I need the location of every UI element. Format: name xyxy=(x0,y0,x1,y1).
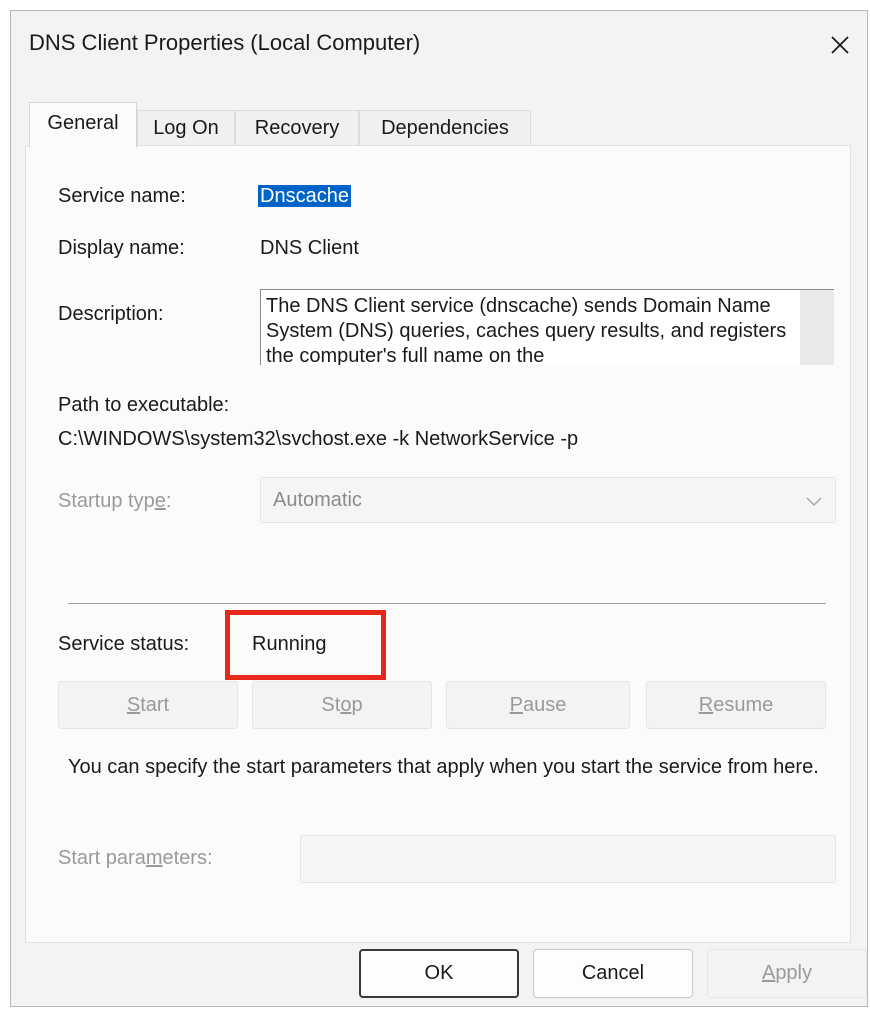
description-scrollbar[interactable] xyxy=(800,290,834,365)
description-textbox[interactable]: The DNS Client service (dnscache) sends … xyxy=(260,289,834,365)
start-parameters-input[interactable] xyxy=(300,835,836,883)
tab-recovery[interactable]: Recovery xyxy=(235,110,359,146)
start-button[interactable]: Start xyxy=(58,681,238,729)
separator xyxy=(68,603,826,604)
startup-type-label: Startup type: xyxy=(58,490,172,512)
ok-button[interactable]: OK xyxy=(359,949,519,998)
start-parameters-label: Start parameters: xyxy=(58,847,213,869)
close-button[interactable] xyxy=(817,23,863,67)
startup-type-value: Automatic xyxy=(273,489,362,511)
description-text: The DNS Client service (dnscache) sends … xyxy=(266,295,787,365)
display-name-label: Display name: xyxy=(58,237,185,259)
status-highlight-box xyxy=(225,610,386,680)
general-tab-page: Service name: Dnscache Display name: DNS… xyxy=(25,145,851,943)
title-bar: DNS Client Properties (Local Computer) xyxy=(11,11,867,79)
service-status-label: Service status: xyxy=(58,633,190,655)
service-name-value[interactable]: Dnscache xyxy=(258,185,351,208)
window-title: DNS Client Properties (Local Computer) xyxy=(29,30,421,55)
chevron-down-icon xyxy=(806,497,822,507)
display-name-value[interactable]: DNS Client xyxy=(260,237,359,260)
path-label: Path to executable: xyxy=(58,394,230,416)
tab-dependencies[interactable]: Dependencies xyxy=(359,110,531,146)
pause-button[interactable]: Pause xyxy=(446,681,630,729)
description-label: Description: xyxy=(58,303,164,325)
path-value[interactable]: C:\WINDOWS\system32\svchost.exe -k Netwo… xyxy=(58,428,578,451)
tab-general[interactable]: General xyxy=(29,102,137,148)
tab-log-on[interactable]: Log On xyxy=(137,110,235,146)
service-name-text: Dnscache xyxy=(258,185,351,207)
start-parameters-info: You can specify the start parameters tha… xyxy=(68,756,819,778)
apply-button[interactable]: Apply xyxy=(707,949,867,998)
startup-type-dropdown[interactable]: Automatic xyxy=(260,477,836,523)
cancel-button[interactable]: Cancel xyxy=(533,949,693,998)
resume-button[interactable]: Resume xyxy=(646,681,826,729)
service-name-label: Service name: xyxy=(58,185,186,207)
close-icon xyxy=(831,36,849,54)
properties-dialog: DNS Client Properties (Local Computer) G… xyxy=(10,10,868,1007)
stop-button[interactable]: St o p xyxy=(252,681,432,729)
